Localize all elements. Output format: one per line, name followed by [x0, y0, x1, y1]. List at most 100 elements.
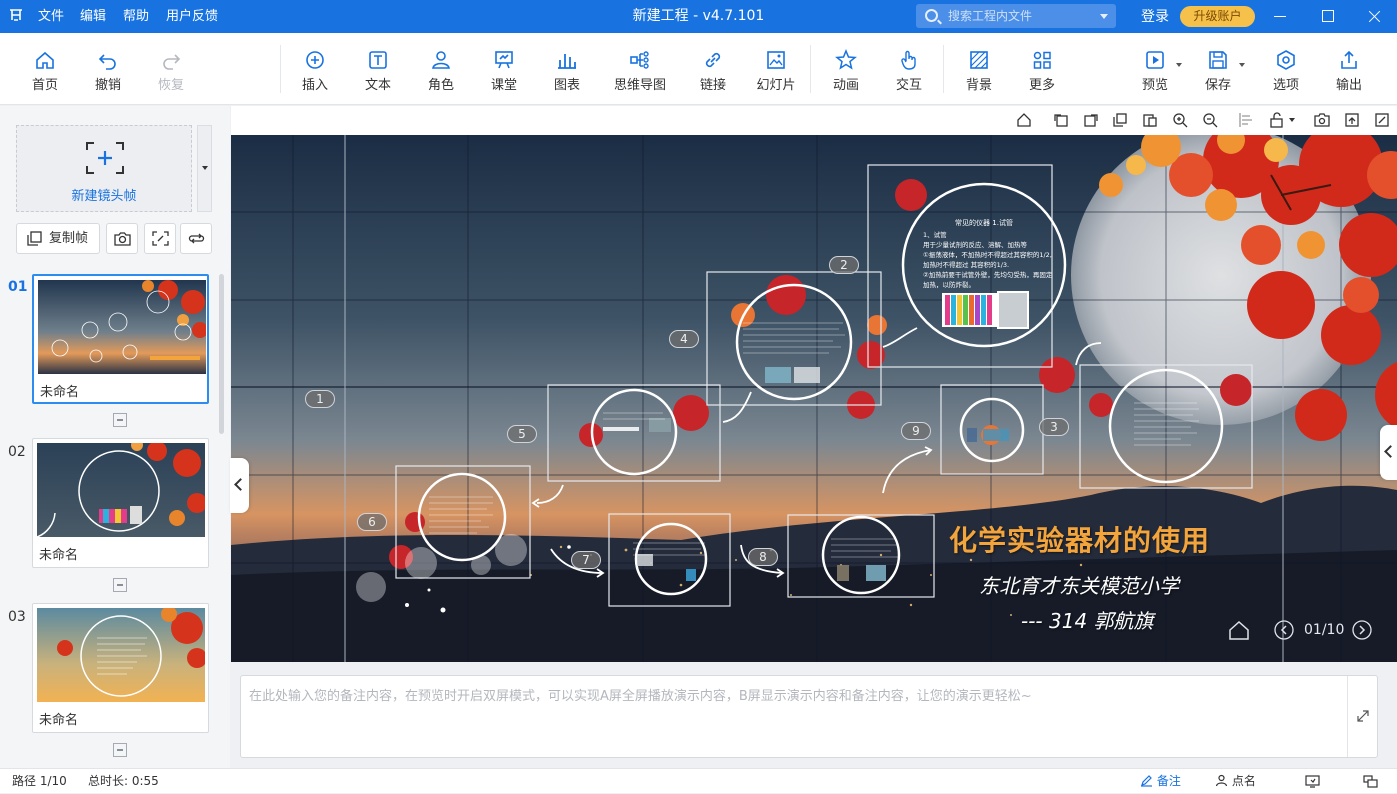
canvas-scene: 常见的仪器 1.试管 1、试管 用于少量试剂的反应、溶解、加热等 ①振荡液体，不…	[231, 135, 1397, 662]
chart-button[interactable]: 图表	[547, 33, 587, 105]
path-number-badge[interactable]: 1	[305, 390, 335, 408]
animation-button[interactable]: 动画	[826, 33, 866, 105]
page-indicator: 01/10	[1304, 622, 1345, 638]
slideshow-button[interactable]: 幻灯片	[753, 33, 799, 105]
export-button[interactable]: 输出	[1329, 33, 1369, 105]
save-label: 保存	[1204, 78, 1231, 93]
notes-input[interactable]: 在此处输入您的备注内容，在预览时开启双屏模式，可以实现A屏全屏播放演示内容，B屏…	[240, 675, 1378, 758]
background-label: 背景	[965, 78, 992, 93]
thumbnail-frame-2[interactable]: 未命名	[32, 438, 209, 568]
link-button[interactable]: 链接	[693, 33, 733, 105]
thumbnail-caption[interactable]: 未命名	[40, 381, 79, 400]
transition-icon[interactable]	[113, 413, 127, 427]
nav-next-icon[interactable]	[1352, 620, 1372, 640]
path-number-badge[interactable]: 5	[507, 425, 537, 443]
collapse-left-panel-button[interactable]	[230, 458, 249, 513]
dual-screen-icon[interactable]	[1363, 775, 1378, 788]
interaction-button[interactable]: 交互	[889, 33, 929, 105]
save-icon	[1209, 51, 1227, 69]
text-button[interactable]: 文本	[358, 33, 398, 105]
new-frame-button[interactable]: 新建镜头帧	[16, 125, 192, 212]
switch-frame-button[interactable]	[180, 223, 212, 254]
undo-button[interactable]: 撤销	[88, 33, 128, 105]
new-frame-dropdown[interactable]	[197, 125, 212, 212]
mindmap-label: 思维导图	[613, 78, 666, 93]
notes-toggle-label: 备注	[1156, 774, 1181, 788]
zoom-in-icon[interactable]	[1172, 112, 1188, 128]
classroom-button[interactable]: 课堂	[484, 33, 524, 105]
presentation-subtitle-author[interactable]: --- 314 郭航旗	[1021, 605, 1154, 634]
lock-dropdown-icon[interactable]	[1289, 118, 1295, 122]
presentation-canvas[interactable]: 常见的仪器 1.试管 1、试管 用于少量试剂的反应、溶解、加热等 ①振荡液体，不…	[231, 135, 1397, 662]
main-toolbar: 首页 撤销 恢复 插入 文本 角色 课堂 图表 思维导图 链接 幻灯片 动画 交…	[0, 33, 1397, 105]
options-button[interactable]: 选项	[1266, 33, 1306, 105]
preview-button[interactable]: 预览	[1135, 33, 1175, 105]
rollcall-button[interactable]: 点名	[1215, 769, 1256, 794]
path-number-badge[interactable]: 3	[1039, 418, 1069, 436]
save-button[interactable]: 保存	[1198, 33, 1238, 105]
upgrade-account-button[interactable]: 升级账户	[1180, 6, 1255, 27]
thumbnail-frame-1[interactable]: 未命名	[32, 274, 209, 404]
rotate-right-icon[interactable]	[1083, 112, 1099, 128]
insert-button[interactable]: 插入	[295, 33, 335, 105]
paste-icon[interactable]	[1142, 112, 1158, 128]
copy-frame-button[interactable]: 复制帧	[16, 223, 100, 254]
notes-expand-button[interactable]	[1347, 676, 1377, 757]
home-button[interactable]: 首页	[25, 33, 65, 105]
path-number-badge[interactable]: 2	[829, 256, 859, 274]
screenshot-camera-icon[interactable]	[1314, 112, 1330, 128]
presentation-title[interactable]: 化学实验器材的使用	[949, 519, 1210, 559]
role-button[interactable]: 角色	[421, 33, 461, 105]
thumbnail-caption[interactable]: 未命名	[39, 709, 78, 728]
nav-home-icon[interactable]	[1228, 620, 1250, 640]
rotate-left-icon[interactable]	[1053, 112, 1069, 128]
save-dropdown-icon[interactable]	[1239, 63, 1245, 67]
align-icon[interactable]	[1238, 112, 1254, 128]
fit-frame-button[interactable]	[144, 223, 176, 254]
path-number-badge[interactable]: 9	[901, 422, 931, 440]
more-button[interactable]: 更多	[1022, 33, 1062, 105]
notes-toggle-button[interactable]: 备注	[1140, 769, 1181, 794]
thumbnail-caption[interactable]: 未命名	[39, 544, 78, 563]
path-number-badge[interactable]: 8	[748, 548, 778, 566]
zoom-out-icon[interactable]	[1202, 112, 1218, 128]
transition-icon[interactable]	[113, 743, 127, 757]
thumbnail-image	[37, 443, 205, 537]
search-input[interactable]: 搜索工程内文件	[916, 4, 1116, 28]
transition-icon[interactable]	[113, 578, 127, 592]
play-icon	[1146, 51, 1164, 69]
mindmap-button[interactable]: 思维导图	[610, 33, 670, 105]
menu-feedback[interactable]: 用户反馈	[166, 0, 218, 33]
edit-icon[interactable]	[1374, 112, 1390, 128]
preview-dropdown-icon[interactable]	[1176, 63, 1182, 67]
path-number-badge[interactable]: 7	[571, 551, 601, 569]
thumbnail-scrollbar[interactable]	[219, 274, 224, 434]
path-number-badge[interactable]: 6	[357, 513, 387, 531]
frame-line: 用于少量试剂的反应、溶解、加热等	[923, 240, 1028, 249]
replace-image-icon[interactable]	[1344, 112, 1360, 128]
minimize-button[interactable]	[1262, 0, 1298, 33]
hand-pointer-icon	[901, 50, 916, 70]
menu-edit[interactable]: 编辑	[80, 0, 106, 33]
menu-help[interactable]: 帮助	[123, 0, 149, 33]
redo-button[interactable]: 恢复	[151, 33, 191, 105]
maximize-button[interactable]	[1310, 0, 1346, 33]
close-button[interactable]	[1356, 0, 1392, 33]
thumbnail-frame-3[interactable]: 未命名	[32, 603, 209, 733]
frame-panel: 新建镜头帧 复制帧 01 未命名 02 未命名 03 未命名	[0, 106, 230, 768]
background-button[interactable]: 背景	[959, 33, 999, 105]
home-view-icon[interactable]	[1016, 112, 1032, 128]
chevron-down-icon[interactable]	[1100, 14, 1108, 19]
frame-line: ①振荡液体，不加热时不得超过其容积的1/2,	[923, 250, 1052, 259]
duplicate-icon[interactable]	[1112, 112, 1128, 128]
screen-icon[interactable]	[1305, 775, 1320, 788]
expand-right-panel-button[interactable]	[1380, 425, 1397, 480]
presentation-subtitle-school[interactable]: 东北育才东关模范小学	[979, 570, 1179, 599]
snapshot-button[interactable]	[106, 223, 138, 254]
menu-file[interactable]: 文件	[38, 0, 64, 33]
unlock-icon[interactable]	[1269, 112, 1285, 128]
thumbnail-number: 03	[8, 609, 26, 625]
nav-prev-icon[interactable]	[1274, 620, 1294, 640]
path-number-badge[interactable]: 4	[669, 330, 699, 348]
login-button[interactable]: 登录	[1141, 0, 1169, 34]
